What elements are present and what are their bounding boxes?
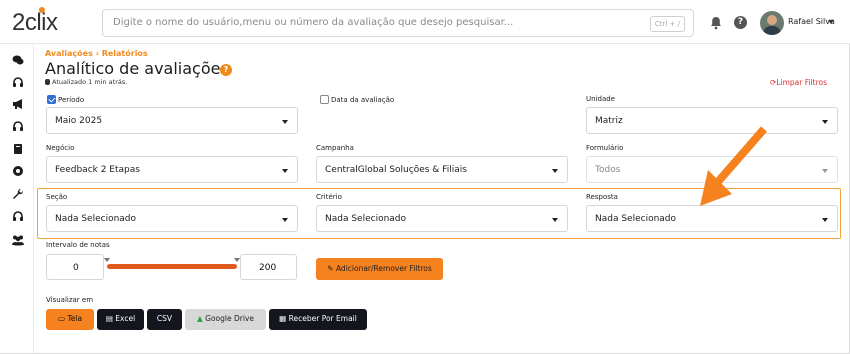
periodo-value: Maio 2025: [55, 116, 103, 126]
users-icon[interactable]: [11, 234, 25, 246]
headset-icon[interactable]: [12, 210, 24, 222]
data-avaliacao-checkbox[interactable]: Data da avaliação: [320, 95, 394, 104]
headset-icon[interactable]: [12, 120, 24, 132]
range-min-handle[interactable]: [104, 258, 110, 262]
range-slider[interactable]: [107, 264, 237, 269]
chevron-down-icon: [822, 169, 828, 173]
chevron-down-icon: [282, 169, 288, 173]
campanha-select[interactable]: CentralGlobal Soluções & Filiais: [316, 156, 568, 183]
page-title: Analítico de avaliações: [45, 59, 229, 78]
main-content: Avaliações › Relatórios Analítico de ava…: [33, 44, 850, 353]
help-icon[interactable]: ?: [220, 64, 232, 76]
global-search[interactable]: Digite o nome do usuário,menu ou número …: [102, 9, 694, 37]
unidade-value: Matriz: [595, 116, 623, 126]
campanha-label: Campanha: [316, 144, 354, 152]
unidade-label: Unidade: [586, 95, 615, 103]
chevron-down-icon: [822, 120, 828, 124]
database-icon: [45, 79, 50, 85]
avatar-body: [763, 26, 781, 35]
annotation-arrow-icon: [700, 126, 768, 206]
headset-icon[interactable]: [12, 76, 24, 88]
file-icon: ▤: [105, 314, 116, 323]
checkbox-checked-icon[interactable]: [47, 95, 56, 104]
book-icon[interactable]: [12, 143, 24, 155]
chevron-down-icon[interactable]: [828, 20, 834, 24]
negocio-value: Feedback 2 Etapas: [55, 165, 140, 175]
max-score-input[interactable]: 200: [240, 254, 297, 280]
secao-value: Nada Selecionado: [55, 214, 137, 224]
criterio-select[interactable]: Nada Selecionado: [316, 205, 568, 232]
chevron-down-icon: [552, 218, 558, 222]
intervalo-label: Intervalo de notas: [46, 241, 110, 249]
cog-badge-icon[interactable]: [12, 165, 24, 177]
secao-select[interactable]: Nada Selecionado: [46, 205, 298, 232]
logo-dot: [39, 7, 45, 13]
receive-email-button[interactable]: ▦ Receber Por Email: [269, 309, 367, 330]
view-screen-button[interactable]: ▭ Tela: [46, 309, 94, 330]
formulario-label: Formulário: [586, 144, 624, 152]
chevron-down-icon: [822, 218, 828, 222]
bell-icon[interactable]: [710, 16, 722, 30]
monitor-icon: ▭: [57, 314, 68, 323]
last-updated: Atualizado 1 min atrás.: [45, 78, 127, 86]
checkbox-empty-icon[interactable]: [320, 95, 329, 104]
pencil-icon: ✎: [327, 264, 336, 273]
top-bar: 2clix Digite o nome do usuário,menu ou n…: [0, 0, 850, 44]
negocio-label: Negócio: [46, 144, 75, 152]
negocio-select[interactable]: Feedback 2 Etapas: [46, 156, 298, 183]
avatar[interactable]: [760, 11, 784, 35]
sidebar: [0, 44, 33, 353]
wrench-icon[interactable]: [12, 188, 24, 200]
criterio-label: Critério: [316, 193, 342, 201]
secao-label: Seção: [46, 193, 68, 201]
max-score-value: 200: [259, 263, 277, 273]
google-drive-button[interactable]: ▲ Google Drive: [185, 309, 266, 330]
search-input[interactable]: Digite o nome do usuário,menu ou número …: [113, 17, 513, 28]
criterio-value: Nada Selecionado: [325, 214, 407, 224]
breadcrumb[interactable]: Avaliações › Relatórios: [45, 49, 148, 58]
calendar-icon: ▦: [279, 314, 289, 323]
megaphone-icon[interactable]: [12, 98, 24, 110]
google-drive-icon: ▲: [197, 314, 206, 323]
app-logo[interactable]: 2clix: [12, 7, 58, 37]
chevron-down-icon: [282, 218, 288, 222]
campanha-value: CentralGlobal Soluções & Filiais: [325, 165, 467, 175]
clear-filters-link[interactable]: ⟳Limpar Filtros: [770, 78, 827, 87]
min-score-input[interactable]: 0: [46, 254, 104, 280]
add-remove-filters-button[interactable]: ✎ Adicionar/Remover Filtros: [316, 258, 443, 280]
search-shortcut-hint: Ctrl + /: [649, 16, 685, 32]
view-excel-button[interactable]: ▤ Excel: [97, 309, 144, 330]
periodo-checkbox[interactable]: Período: [47, 95, 84, 104]
chevron-down-icon: [552, 169, 558, 173]
chat-icon[interactable]: [12, 54, 24, 66]
periodo-select[interactable]: Maio 2025: [46, 107, 298, 134]
avatar-head: [767, 15, 777, 25]
visualizar-label: Visualizar em: [46, 296, 94, 304]
min-score-value: 0: [73, 263, 79, 273]
resposta-value: Nada Selecionado: [595, 214, 677, 224]
resposta-label: Resposta: [586, 193, 618, 201]
chevron-down-icon: [282, 120, 288, 124]
view-csv-button[interactable]: CSV: [147, 309, 182, 330]
formulario-value: Todos: [595, 165, 621, 175]
help-icon[interactable]: ?: [734, 16, 747, 29]
